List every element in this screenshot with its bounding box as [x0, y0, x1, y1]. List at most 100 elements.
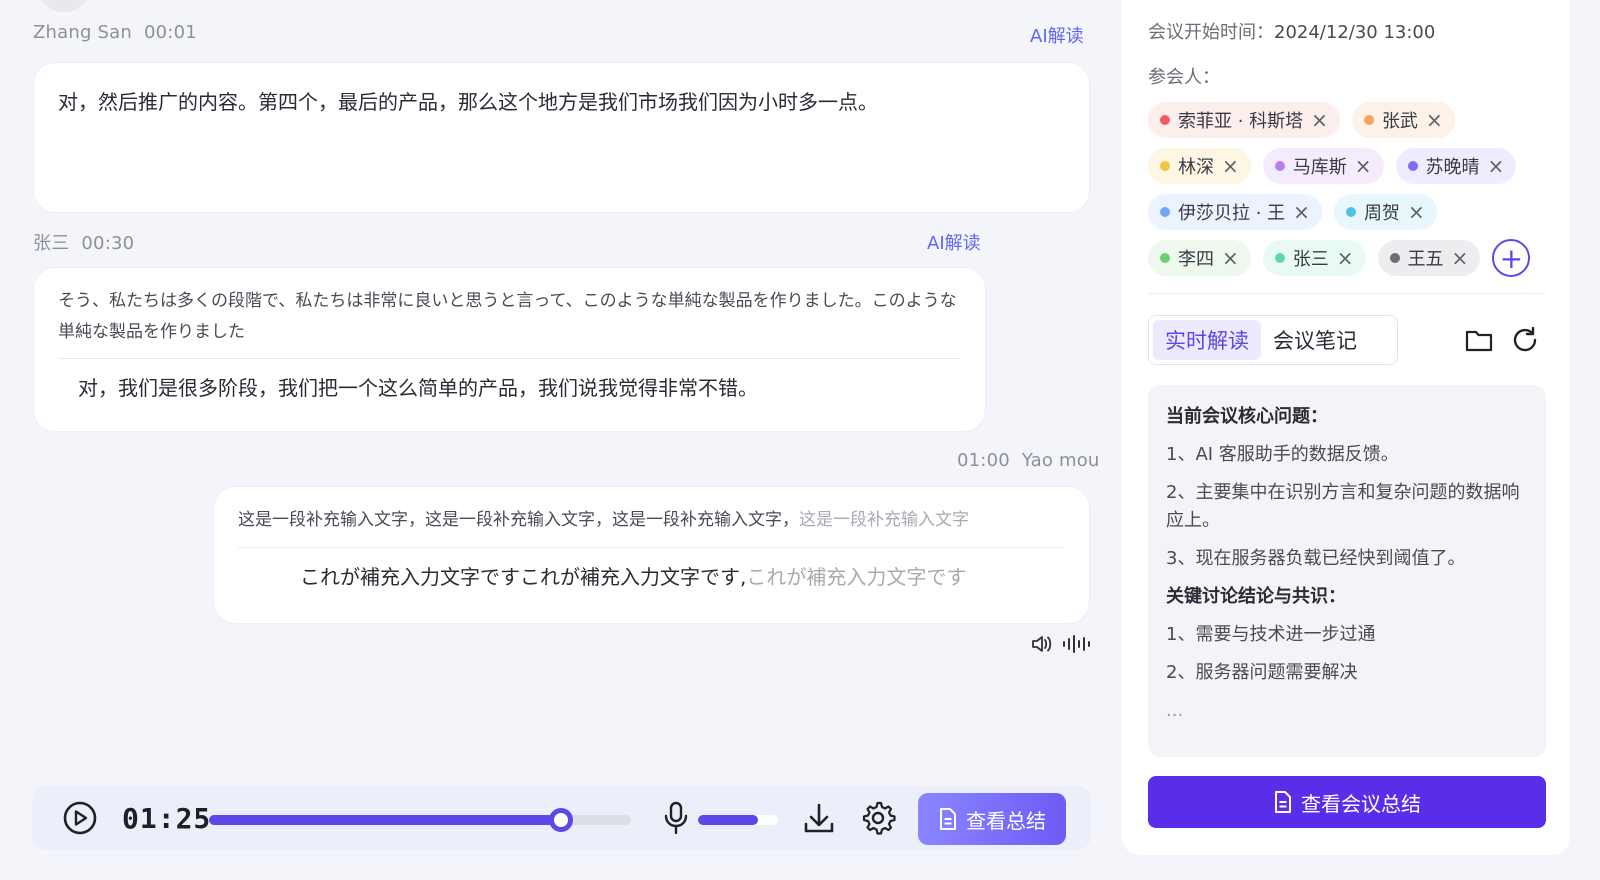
play-icon[interactable]	[62, 800, 98, 836]
remove-participant-icon[interactable]: ×	[1408, 200, 1425, 224]
participant-name: 索菲亚 · 科斯塔	[1178, 111, 1304, 132]
tab-live-interpretation[interactable]: 实时解读	[1153, 320, 1261, 360]
start-time-label: 会议开始时间：	[1148, 22, 1274, 43]
remove-participant-icon[interactable]: ×	[1355, 154, 1372, 178]
refresh-icon[interactable]	[1510, 325, 1540, 355]
participant-tag[interactable]: 张三 ×	[1262, 240, 1366, 276]
participant-name: 张三	[1292, 249, 1329, 270]
participant-color-dot	[1274, 161, 1285, 171]
download-icon[interactable]	[802, 800, 836, 836]
notes-item: 1、需要与技术进一步过通	[1166, 624, 1376, 645]
message-bubble-2: そう、私たちは多くの段階で、私たちは非常に良いと思うと言って、このような単純な製…	[33, 267, 986, 432]
participant-color-dot	[1363, 115, 1374, 125]
progress-fill	[209, 815, 562, 825]
translation-text: 对，我们是很多阶段，我们把一个这么简单的产品，我们说我觉得非常不错。	[78, 376, 758, 400]
participants-label: 参会人：	[1148, 67, 1220, 88]
participant-name: 王五	[1407, 249, 1444, 270]
translation-text: これが補充入力文字ですこれが補充入力文字です,これが補充入力文字です	[238, 548, 1065, 592]
participant-name: 马库斯	[1292, 157, 1347, 178]
participant-name: 伊莎贝拉 · 王	[1178, 203, 1286, 224]
original-text: そう、私たちは多くの段階で、私たちは非常に良いと思うと言って、このような単純な製…	[58, 291, 957, 342]
participant-name: 林深	[1178, 157, 1214, 178]
add-participant-button[interactable]: +	[1492, 239, 1531, 277]
panel-tabs: 实时解读 会议笔记	[1148, 315, 1398, 365]
translation-confirmed: これが補充入力文字ですこれが補充入力文字です,	[300, 565, 747, 589]
speaker-icon[interactable]	[1030, 633, 1054, 655]
translation-pending: これが補充入力文字です	[746, 565, 967, 589]
remove-participant-icon[interactable]: ×	[1222, 246, 1239, 270]
notes-item: 1、AI 客服助手的数据反馈。	[1166, 444, 1399, 465]
start-time-value: 2024/12/30 13:00	[1274, 22, 1436, 43]
remove-participant-icon[interactable]: ×	[1488, 154, 1505, 178]
document-icon	[940, 808, 956, 830]
speaker-name: Yao mou	[1021, 450, 1100, 471]
message-meta-2: 张三 00:30	[33, 229, 134, 255]
volume-slider[interactable]	[698, 815, 778, 825]
participant-tag[interactable]: 张武 ×	[1351, 102, 1455, 138]
waveform-icon[interactable]	[1062, 633, 1092, 655]
participant-tag[interactable]: 周贺 ×	[1333, 194, 1437, 230]
notes-item: 2、主要集中在识别方言和复杂问题的数据响应上。	[1166, 482, 1520, 531]
participant-tag[interactable]: 索菲亚 · 科斯塔 ×	[1148, 102, 1340, 138]
participant-name: 苏晚晴	[1425, 157, 1480, 178]
participant-color-dot	[1160, 207, 1170, 217]
notes-heading: 当前会议核心问题：	[1166, 406, 1328, 427]
notes-ellipsis: ...	[1166, 700, 1184, 721]
remove-participant-icon[interactable]: ×	[1337, 246, 1354, 270]
message-time: 00:01	[144, 22, 197, 43]
participant-tags: 索菲亚 · 科斯塔 × 张武 × 林深 × 马库斯 × 苏晚晴 × 伊莎贝拉 · 王 × 周贺 × 李四 × 张…	[1148, 102, 1558, 286]
participant-tag[interactable]: 苏晚晴 ×	[1395, 148, 1517, 184]
view-meeting-summary-label: 查看会议总结	[1301, 791, 1421, 816]
participant-tag[interactable]: 李四 ×	[1148, 240, 1251, 276]
remove-participant-icon[interactable]: ×	[1426, 108, 1443, 132]
remove-participant-icon[interactable]: ×	[1452, 246, 1469, 270]
progress-slider[interactable]	[209, 808, 631, 832]
participant-row: 索菲亚 · 科斯塔 × 张武 ×	[1148, 102, 1558, 138]
tab-meeting-notes[interactable]: 会议笔记	[1261, 320, 1369, 360]
ai-interpret-link[interactable]: AI解读	[1030, 22, 1084, 48]
view-summary-button[interactable]: 查看总结	[918, 793, 1066, 845]
meeting-start-time: 会议开始时间：2024/12/30 13:00	[1148, 18, 1435, 44]
participant-row: 林深 × 马库斯 × 苏晚晴 ×	[1148, 148, 1558, 184]
view-meeting-summary-button[interactable]: 查看会议总结	[1148, 776, 1546, 828]
message-bubble-3: 这是一段补充输入文字，这是一段补充输入文字，这是一段补充输入文字，这是一段补充输…	[213, 486, 1090, 624]
notes-item: 3、现在服务器负载已经快到阈值了。	[1166, 548, 1466, 569]
message-time: 00:30	[81, 233, 135, 254]
remove-participant-icon[interactable]: ×	[1311, 108, 1328, 132]
participant-tag[interactable]: 林深 ×	[1148, 148, 1251, 184]
view-summary-label: 查看总结	[966, 808, 1046, 833]
message-meta-3: 01:00 Yao mou	[957, 450, 1100, 471]
message-bubble-1: 对，然后推广的内容。第四个，最后的产品，那么这个地方是我们市场我们因为小时多一点…	[33, 62, 1090, 213]
decorative-avatar	[36, 0, 92, 12]
notes-item: 2、服务器问题需要解决	[1166, 662, 1358, 683]
speaker-name: Zhang San	[33, 22, 132, 43]
participant-color-dot	[1407, 161, 1418, 171]
participant-row: 伊莎贝拉 · 王 × 周贺 ×	[1148, 194, 1558, 230]
participant-color-dot	[1160, 161, 1170, 171]
participant-tag[interactable]: 王五 ×	[1377, 240, 1481, 276]
participant-tag[interactable]: 马库斯 ×	[1262, 148, 1384, 184]
folder-icon[interactable]	[1464, 325, 1494, 355]
participant-color-dot	[1389, 253, 1400, 263]
participant-name: 周贺	[1363, 203, 1400, 224]
ai-interpret-link[interactable]: AI解读	[927, 229, 981, 255]
volume-fill	[698, 815, 758, 825]
participant-color-dot	[1345, 207, 1356, 217]
original-confirmed: 这是一段补充输入文字，这是一段补充输入文字，这是一段补充输入文字，	[238, 510, 799, 530]
mic-icon[interactable]	[662, 800, 690, 836]
notes-heading: 关键讨论结论与共识：	[1166, 586, 1346, 607]
participant-color-dot	[1160, 253, 1170, 263]
progress-handle[interactable]	[549, 808, 574, 832]
message-text: 对，然后推广的内容。第四个，最后的产品，那么这个地方是我们市场我们因为小时多一点…	[58, 90, 878, 114]
original-pending: 这是一段补充输入文字	[799, 510, 969, 530]
participant-tag[interactable]: 伊莎贝拉 · 王 ×	[1148, 194, 1322, 230]
audio-player: 01:25 查看总结	[32, 786, 1091, 850]
original-text: 这是一段补充输入文字，这是一段补充输入文字，这是一段补充输入文字，这是一段补充输…	[238, 505, 1065, 535]
message-actions	[1030, 633, 1092, 655]
document-icon	[1275, 791, 1291, 813]
remove-participant-icon[interactable]: ×	[1293, 200, 1310, 224]
participant-color-dot	[1160, 115, 1170, 125]
gear-icon[interactable]	[860, 800, 896, 836]
remove-participant-icon[interactable]: ×	[1222, 154, 1239, 178]
participant-name: 张武	[1381, 111, 1418, 132]
